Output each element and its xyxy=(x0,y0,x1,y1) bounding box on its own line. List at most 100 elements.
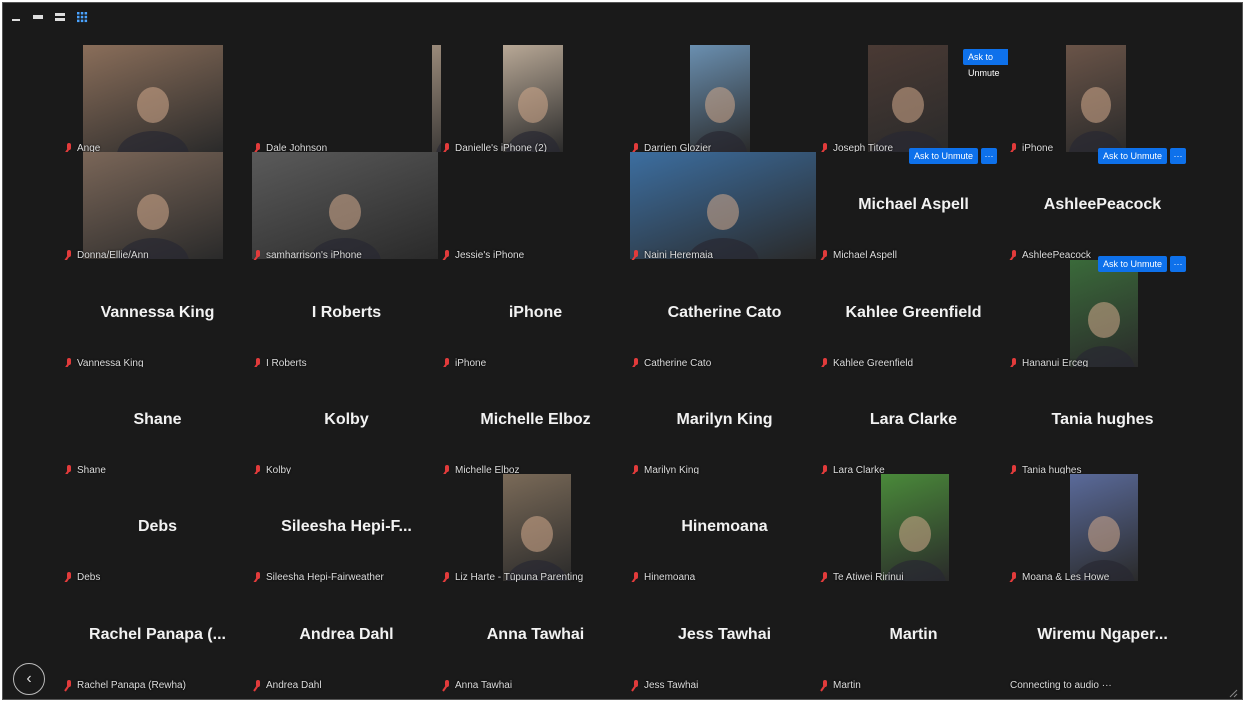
participant-name: Catherine Cato xyxy=(667,303,782,321)
participant-label: Andrea Dahl xyxy=(254,679,322,691)
participant-tile[interactable]: Shane Shane xyxy=(63,366,252,476)
participant-tile[interactable]: samharrison's iPhone xyxy=(252,152,441,261)
participant-tile[interactable]: Sileesha Hepi-F... Sileesha Hepi-Fairweat… xyxy=(252,474,441,583)
muted-mic-icon xyxy=(443,679,451,691)
ask-to-unmute-button[interactable]: Ask to Unmute xyxy=(963,49,1011,78)
participant-tile[interactable]: Andrea Dahl Andrea Dahl xyxy=(252,581,441,691)
ask-to-unmute-button[interactable]: Ask to Unmute xyxy=(909,148,979,165)
participant-label-text: Andrea Dahl xyxy=(266,679,322,691)
participant-tile[interactable]: Naini Heremaia xyxy=(630,152,819,261)
muted-mic-icon xyxy=(254,679,262,691)
participant-tile[interactable]: Kahlee Greenfield Kahlee Greenfield xyxy=(819,259,1008,369)
participant-tile[interactable]: Liz Harte - Tūpuna Parenting xyxy=(441,474,630,583)
unmute-controls: Ask to Unmute··· xyxy=(1098,255,1187,272)
participant-name: AshleePeacock xyxy=(1043,196,1162,214)
participant-name: Wiremu Ngaper... xyxy=(1037,625,1168,643)
single-view-icon[interactable] xyxy=(31,10,45,24)
participant-name: Hinemoana xyxy=(681,518,768,536)
participant-label-text: Anna Tawhai xyxy=(455,679,513,691)
participant-label: Connecting to audio ··· xyxy=(1010,680,1112,691)
participant-video xyxy=(1070,474,1138,582)
participant-tile[interactable]: Donna/Ellie/Ann xyxy=(63,152,252,261)
participant-name: Rachel Panapa (... xyxy=(89,625,226,643)
participant-video xyxy=(503,474,571,582)
muted-mic-icon xyxy=(821,679,829,691)
participant-name: Sileesha Hepi-F... xyxy=(281,518,412,536)
ask-to-unmute-button[interactable]: Ask to Unmute xyxy=(1098,148,1168,165)
participant-video xyxy=(252,152,438,260)
gallery-view-icon[interactable] xyxy=(75,10,89,24)
participant-tile[interactable]: Rachel Panapa (... Rachel Panapa (Rewha) xyxy=(63,581,252,691)
participant-video xyxy=(1066,45,1126,152)
participant-name: Vannessa King xyxy=(100,303,215,321)
participant-tile[interactable]: Michael Aspell Michael Aspell Ask to Unmut… xyxy=(819,148,1008,261)
ask-to-unmute-button[interactable]: Ask to Unmute xyxy=(1098,255,1168,272)
participant-video xyxy=(690,45,750,152)
participant-name: Martin xyxy=(889,625,938,643)
participant-tile[interactable]: AshleePeacock AshleePeacock Ask to Unmute ·… xyxy=(1008,148,1197,261)
participant-tile[interactable]: Vannessa King Vannessa King xyxy=(63,259,252,369)
participant-tile[interactable]: Tania hughes Tania hughes xyxy=(1008,366,1197,476)
participant-tile[interactable]: I Roberts I Roberts xyxy=(252,259,441,369)
participant-tile[interactable]: Wiremu Ngaper... Connecting to audio ··· xyxy=(1008,581,1197,691)
participant-label-text: Connecting to audio ··· xyxy=(1010,679,1112,691)
participant-tile[interactable]: Lara Clarke Lara Clarke xyxy=(819,366,1008,476)
participant-tile[interactable]: Moana & Les Howe xyxy=(1008,474,1197,583)
participant-tile[interactable]: iPhone xyxy=(1008,45,1197,154)
muted-mic-icon xyxy=(65,679,73,691)
participant-name: Lara Clarke xyxy=(869,410,958,428)
participant-name: Andrea Dahl xyxy=(299,625,394,643)
more-options-button[interactable]: ··· xyxy=(1170,148,1187,165)
participant-name: Kolby xyxy=(324,410,369,428)
resize-handle-icon[interactable] xyxy=(1228,685,1238,698)
participant-video xyxy=(868,45,948,152)
participant-tile[interactable]: Ange xyxy=(63,45,252,154)
participant-tile[interactable]: Te Atiwei Ririnui xyxy=(819,474,1008,583)
participant-name: iPhone xyxy=(508,303,563,321)
participant-label-text: Rachel Panapa (Rewha) xyxy=(77,679,186,691)
participant-tile[interactable]: iPhone iPhone xyxy=(441,259,630,369)
participant-label-text: Martin xyxy=(833,679,861,691)
participant-video xyxy=(1070,259,1138,367)
more-options-button[interactable]: ··· xyxy=(1170,255,1187,272)
participant-tile[interactable]: Catherine Cato Catherine Cato xyxy=(630,259,819,369)
participant-name: I Roberts xyxy=(311,303,382,321)
view-toolbar xyxy=(9,9,89,25)
participant-tile[interactable]: Joseph TitoreAsk to Unmute··· xyxy=(819,45,1024,154)
participant-video xyxy=(83,45,223,152)
participant-tile[interactable]: Hinemoana Hinemoana xyxy=(630,474,819,583)
participant-name: Michelle Elboz xyxy=(480,410,591,428)
participant-tile[interactable]: Anna Tawhai Anna Tawhai xyxy=(441,581,630,691)
participant-gallery: Ange Dale Johnson Danielle's iPhone (2) Dar… xyxy=(63,45,1199,691)
participant-name: Michael Aspell xyxy=(858,196,969,214)
unmute-controls: Ask to Unmute··· xyxy=(1098,148,1187,165)
participant-tile[interactable]: Hananui Erceg Ask to Unmute ··· xyxy=(1008,255,1197,369)
participant-name: Shane xyxy=(133,410,182,428)
participant-label: Anna Tawhai xyxy=(443,679,513,691)
participant-tile[interactable]: Darrien Glozier xyxy=(630,45,819,154)
participant-tile[interactable]: Debs Debs xyxy=(63,474,252,583)
participant-name: Tania hughes xyxy=(1051,410,1154,428)
participant-label: Rachel Panapa (Rewha) xyxy=(65,679,186,691)
zoom-gallery-window: Ange Dale Johnson Danielle's iPhone (2) Dar… xyxy=(2,2,1243,700)
participant-tile[interactable]: Kolby Kolby xyxy=(252,366,441,476)
participant-video xyxy=(503,45,563,152)
participant-tile[interactable]: Martin Martin xyxy=(819,581,1008,691)
participant-name: Jess Tawhai xyxy=(677,625,772,643)
chevron-left-icon: ‹ xyxy=(26,670,32,687)
previous-page-button[interactable]: ‹ xyxy=(13,663,45,695)
participant-tile[interactable]: Jessie's iPhone xyxy=(441,152,630,261)
participant-name: Kahlee Greenfield xyxy=(845,303,982,321)
more-options-button[interactable]: ··· xyxy=(981,148,998,165)
speaker-view-icon[interactable] xyxy=(53,10,67,24)
participant-name: Marilyn King xyxy=(676,410,773,428)
minimize-icon[interactable] xyxy=(9,10,23,24)
participant-tile[interactable]: Marilyn King Marilyn King xyxy=(630,366,819,476)
participant-tile[interactable]: Danielle's iPhone (2) xyxy=(441,45,630,154)
participant-video xyxy=(881,474,949,582)
participant-tile[interactable]: Michelle Elboz Michelle Elboz xyxy=(441,366,630,476)
participant-name: Anna Tawhai xyxy=(486,625,585,643)
unmute-controls: Ask to Unmute··· xyxy=(909,148,998,165)
participant-tile[interactable]: Jess Tawhai Jess Tawhai xyxy=(630,581,819,691)
participant-tile[interactable]: Dale Johnson xyxy=(252,45,512,154)
